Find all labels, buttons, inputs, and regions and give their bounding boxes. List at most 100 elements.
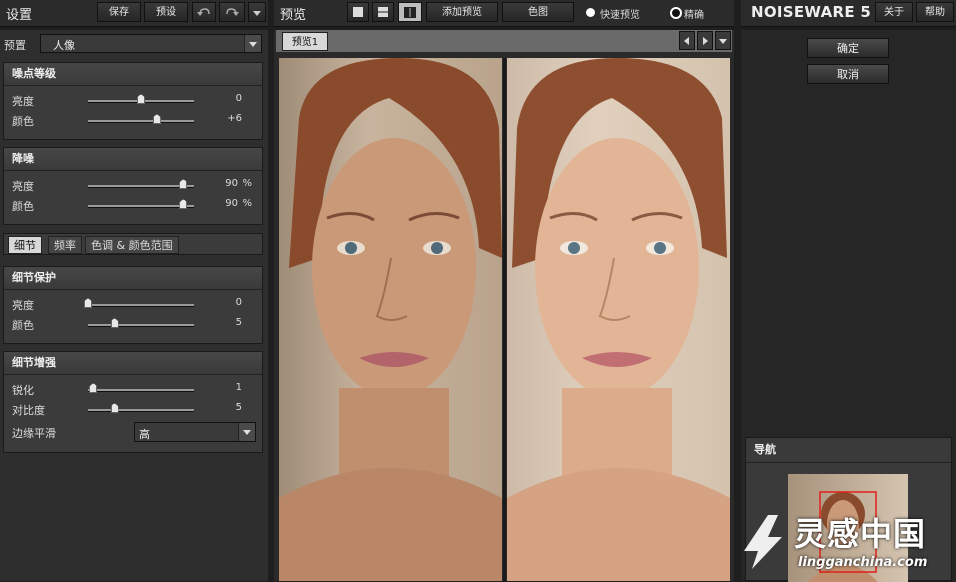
portrait-original-illustration <box>279 58 502 581</box>
section-title: 降噪 <box>4 148 262 171</box>
noise-level-section: 噪点等级 亮度 0 颜色 +6 <box>3 62 263 140</box>
split-horizontal-button[interactable] <box>372 2 394 22</box>
slider-value: 90 <box>225 198 238 209</box>
slider-label: 颜色 <box>12 319 34 332</box>
single-view-icon <box>353 7 363 17</box>
noise-reduction-luminance-row: 亮度 90 % <box>12 176 252 194</box>
add-preview-button[interactable]: 添加预览 <box>426 2 498 22</box>
help-button[interactable]: 帮助 <box>916 2 954 22</box>
slider-thumb[interactable] <box>179 199 188 209</box>
chevron-right-icon <box>703 37 708 45</box>
presets-button[interactable]: 预设 <box>144 2 188 22</box>
detail-protection-section: 细节保护 亮度 0 颜色 5 <box>3 266 263 344</box>
edge-smoothing-select[interactable]: 高 <box>134 422 256 442</box>
slider-track[interactable] <box>88 205 194 208</box>
preview-area: 预览1 <box>274 30 734 581</box>
tab-frequency[interactable]: 频率 <box>48 236 82 254</box>
app-logo: NOISEWARE 5 <box>751 3 872 21</box>
slider-label: 锐化 <box>12 384 34 397</box>
prev-tab-button[interactable] <box>679 31 695 50</box>
slider-thumb[interactable] <box>152 114 161 124</box>
slider-track[interactable] <box>88 389 194 392</box>
redo-button[interactable] <box>219 2 245 22</box>
slider-value: 5 <box>235 317 242 328</box>
right-toolbar: NOISEWARE 5 关于 帮助 <box>741 0 956 27</box>
slider-track[interactable] <box>88 324 194 327</box>
chevron-left-icon <box>684 37 689 45</box>
slider-label: 亮度 <box>12 95 34 108</box>
slider-value: 5 <box>235 402 242 413</box>
slider-thumb[interactable] <box>110 318 119 328</box>
right-panel: 确定 取消 导航 <box>741 30 956 582</box>
noise-reduction-color-row: 颜色 90 % <box>12 196 252 214</box>
chevron-down-icon <box>244 35 261 52</box>
watermark-logo-icon <box>744 515 782 569</box>
precise-radio[interactable] <box>670 7 682 19</box>
section-title: 细节保护 <box>4 267 262 290</box>
cancel-button[interactable]: 取消 <box>807 64 889 84</box>
noise-level-luminance-row: 亮度 0 <box>12 91 252 109</box>
slider-thumb[interactable] <box>179 179 188 189</box>
tab-detail[interactable]: 细节 <box>8 236 42 254</box>
slider-track[interactable] <box>88 185 194 188</box>
slider-thumb[interactable] <box>110 403 119 413</box>
single-view-button[interactable] <box>347 2 369 22</box>
preview-toolbar: 预览 添加预览 色图 快速预览 精确 <box>274 0 734 27</box>
section-title: 噪点等级 <box>4 63 262 86</box>
preview-tab-bar: 预览1 <box>276 30 732 52</box>
slider-thumb[interactable] <box>84 298 92 308</box>
slider-label: 颜色 <box>12 115 34 128</box>
contrast-row: 对比度 5 <box>12 400 252 418</box>
slider-label: 颜色 <box>12 200 34 213</box>
split-vertical-button[interactable] <box>398 2 422 22</box>
color-map-button[interactable]: 色图 <box>502 2 574 22</box>
detail-enhancement-section: 细节增强 锐化 1 对比度 5 边缘平滑 高 <box>3 351 263 453</box>
watermark-url-text: lingganchina.com <box>798 555 928 570</box>
slider-label: 亮度 <box>12 299 34 312</box>
precise-label: 精确 <box>684 10 704 21</box>
slider-label: 对比度 <box>12 404 45 417</box>
slider-unit: % <box>242 178 252 189</box>
detail-protection-color-row: 颜色 5 <box>12 315 252 333</box>
tab-preview-1[interactable]: 预览1 <box>282 32 328 51</box>
split-divider[interactable] <box>503 58 506 581</box>
slider-track[interactable] <box>88 120 194 123</box>
noise-reduction-section: 降噪 亮度 90 % 颜色 90 % <box>3 147 263 225</box>
ok-button[interactable]: 确定 <box>807 38 889 58</box>
section-title: 细节增强 <box>4 352 262 375</box>
about-button[interactable]: 关于 <box>875 2 913 22</box>
slider-label: 亮度 <box>12 180 34 193</box>
tab-menu-button[interactable] <box>715 31 731 50</box>
save-button[interactable]: 保存 <box>97 2 141 22</box>
split-horizontal-icon <box>378 7 388 17</box>
chevron-down-icon <box>253 11 261 16</box>
next-tab-button[interactable] <box>697 31 713 50</box>
undo-button[interactable] <box>192 2 216 22</box>
edge-smoothing-label: 边缘平滑 <box>12 427 56 440</box>
watermark: 灵感中国 lingganchina.com <box>738 505 956 581</box>
tab-tone-color-range[interactable]: 色调 & 颜色范围 <box>85 236 179 254</box>
chevron-down-icon <box>719 39 727 44</box>
chevron-down-icon <box>238 423 255 441</box>
split-vertical-icon <box>404 7 416 18</box>
slider-thumb[interactable] <box>89 383 98 393</box>
preset-select-value: 人像 <box>53 39 75 52</box>
menu-dropdown-button[interactable] <box>248 2 266 22</box>
fast-preview-radio[interactable] <box>586 8 595 17</box>
slider-thumb[interactable] <box>137 94 145 104</box>
preview-original-image[interactable] <box>279 58 502 581</box>
noise-level-color-row: 颜色 +6 <box>12 111 252 129</box>
preview-title: 预览 <box>280 8 307 23</box>
preset-select[interactable]: 人像 <box>40 34 262 53</box>
redo-icon <box>226 8 239 16</box>
preview-processed-image[interactable] <box>507 58 730 581</box>
detail-tabs: 细节 频率 色调 & 颜色范围 <box>3 233 263 255</box>
sharpen-row: 锐化 1 <box>12 380 252 398</box>
slider-track[interactable] <box>88 409 194 412</box>
fast-preview-label: 快速预览 <box>600 10 640 21</box>
slider-value: 0 <box>235 93 242 104</box>
slider-value: 90 <box>225 178 238 189</box>
slider-track[interactable] <box>88 304 194 307</box>
undo-icon <box>197 8 210 16</box>
preset-label: 预置 <box>4 39 26 52</box>
